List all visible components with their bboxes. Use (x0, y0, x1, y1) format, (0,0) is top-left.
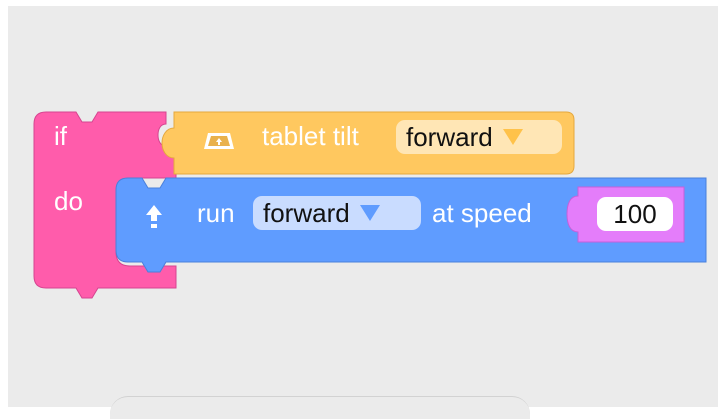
run-direction-dropdown[interactable]: forward (253, 196, 421, 230)
chevron-down-icon (502, 129, 523, 145)
run-label: run (197, 198, 235, 228)
run-direction-value: forward (263, 197, 350, 228)
arrow-up-icon (146, 205, 162, 228)
chevron-down-icon (359, 205, 380, 221)
tablet-tilt-label: tablet tilt (262, 121, 359, 151)
tilt-direction-dropdown[interactable]: forward (396, 120, 562, 154)
at-speed-label: at speed (432, 198, 532, 228)
tilt-direction-value: forward (406, 121, 493, 152)
if-label: if (54, 121, 67, 151)
speed-input[interactable]: 100 (597, 197, 673, 231)
do-label: do (54, 186, 83, 216)
tablet-tilt-icon (204, 133, 234, 149)
